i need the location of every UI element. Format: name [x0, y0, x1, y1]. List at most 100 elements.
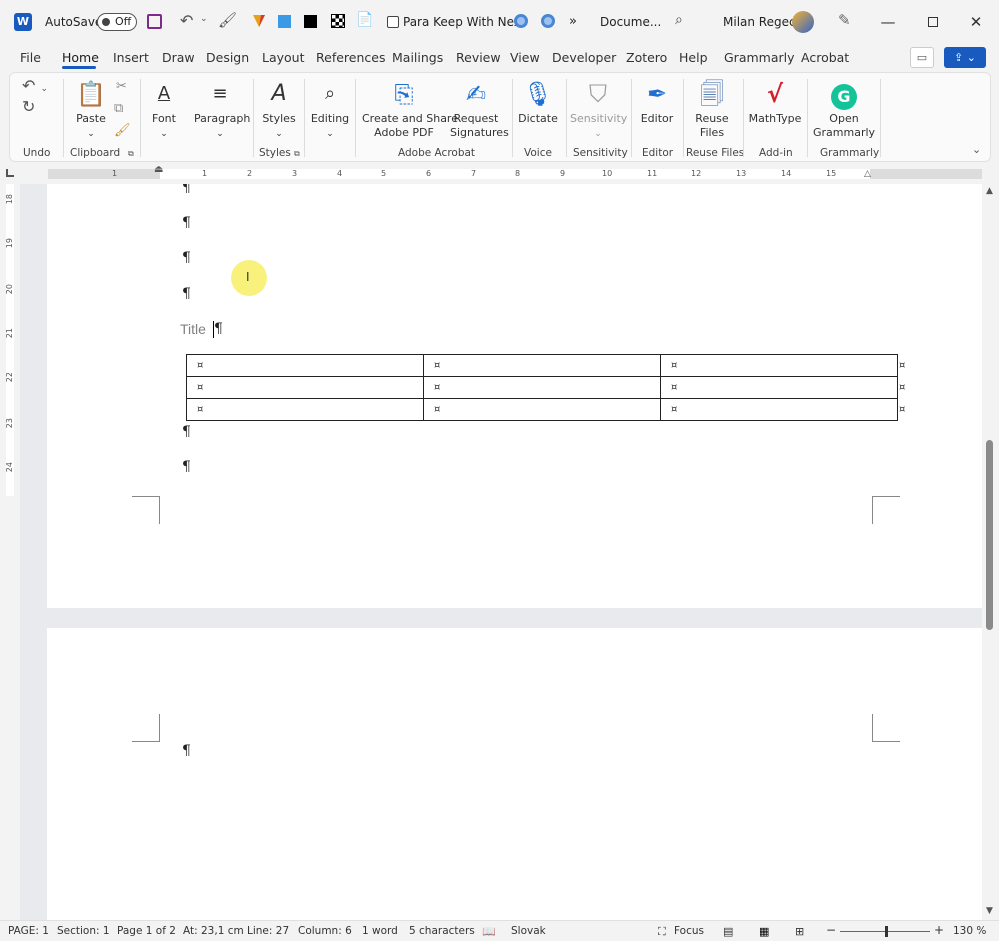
tab-layout[interactable]: Layout: [262, 50, 305, 68]
sensitivity-button[interactable]: ⛉ Sensitivity ⌄: [570, 79, 627, 141]
checker-icon[interactable]: [331, 14, 345, 28]
undo-icon[interactable]: ↶: [180, 11, 193, 30]
scroll-down-icon[interactable]: ▼: [986, 906, 993, 916]
maximize-button[interactable]: [910, 0, 956, 44]
table-cell[interactable]: ¤: [660, 398, 898, 421]
clipboard-doc-icon[interactable]: 📄: [356, 12, 373, 28]
indent-marker-icon[interactable]: ⏏: [154, 164, 163, 175]
zoom-slider-thumb[interactable]: [885, 926, 888, 937]
paragraph-mark[interactable]: ¶: [182, 743, 191, 759]
font-button[interactable]: A Font ⌄: [146, 79, 182, 141]
para-keep-checkbox[interactable]: [387, 16, 399, 28]
right-indent-icon[interactable]: △: [864, 169, 871, 179]
cut-icon[interactable]: ✂: [116, 79, 127, 94]
zoom-level[interactable]: 130 %: [953, 925, 986, 937]
status-line[interactable]: Line: 27: [247, 925, 289, 937]
tab-view[interactable]: View: [510, 50, 540, 68]
circle-option-icon[interactable]: [541, 14, 555, 28]
tab-acrobat[interactable]: Acrobat: [801, 50, 849, 68]
paragraph-mark[interactable]: ¶: [214, 321, 223, 337]
status-char-count[interactable]: 5 characters: [409, 925, 475, 937]
page-1[interactable]: ¶ ¶ ¶ ¶ I Title ¶ ¤ ¤ ¤ ¤ ¤ ¤ ¤ ¤ ¤ ¤ ¤ …: [47, 184, 982, 608]
paragraph-mark[interactable]: ¶: [182, 459, 191, 475]
vertical-ruler[interactable]: 18 19 20 21 22 23 24: [2, 184, 18, 614]
status-section[interactable]: Section: 1: [57, 925, 110, 937]
format-painter-icon[interactable]: 🖌: [114, 123, 131, 138]
paste-button[interactable]: 📋 Paste ⌄: [70, 79, 112, 141]
reuse-files-button[interactable]: 🗐 Reuse Files: [690, 79, 734, 140]
proofing-book-icon[interactable]: 📖: [482, 925, 496, 938]
redo-icon[interactable]: ↻: [22, 97, 35, 116]
user-name[interactable]: Milan Regec: [723, 15, 796, 29]
create-share-pdf-button[interactable]: ⎘ Create and Share Adobe PDF: [362, 79, 458, 140]
tab-file[interactable]: File: [20, 50, 41, 68]
paragraph-button[interactable]: ≡ Paragraph ⌄: [194, 79, 250, 141]
tab-zotero[interactable]: Zotero: [626, 50, 667, 68]
autosave-toggle[interactable]: Off: [97, 13, 137, 31]
share-button[interactable]: ⇪ ⌄: [944, 47, 986, 68]
editing-button[interactable]: ⌕ Editing ⌄: [310, 79, 350, 141]
table-cell[interactable]: ¤: [186, 376, 424, 399]
paragraph-mark[interactable]: ¶: [182, 286, 191, 302]
black-square-icon[interactable]: [304, 15, 317, 28]
close-button[interactable]: ✕: [953, 0, 999, 44]
page-2[interactable]: ¶: [47, 628, 982, 920]
styles-button[interactable]: A Styles ⌄: [260, 79, 298, 141]
paragraph-mark[interactable]: ¶: [182, 184, 191, 196]
table-cell[interactable]: ¤: [186, 354, 424, 377]
editor-button[interactable]: ✒ Editor: [637, 79, 677, 126]
status-focus[interactable]: Focus: [674, 925, 704, 937]
paragraph-mark[interactable]: ¶: [182, 215, 191, 231]
gallery-icon[interactable]: [251, 13, 267, 29]
open-grammarly-button[interactable]: G Open Grammarly: [813, 79, 875, 140]
web-layout-icon[interactable]: ⊞: [795, 925, 804, 938]
status-page[interactable]: PAGE: 1: [8, 925, 49, 937]
tab-draw[interactable]: Draw: [162, 50, 195, 68]
tab-insert[interactable]: Insert: [113, 50, 149, 68]
status-word-count[interactable]: 1 word: [362, 925, 398, 937]
table-cell[interactable]: ¤: [660, 354, 898, 377]
status-at[interactable]: At: 23,1 cm: [183, 925, 244, 937]
table-cell[interactable]: ¤: [186, 398, 424, 421]
chevron-down-icon[interactable]: ⌄: [200, 14, 208, 24]
mathtype-button[interactable]: √ MathType: [748, 79, 802, 126]
table-cell[interactable]: ¤: [660, 376, 898, 399]
document-name[interactable]: Docume...: [600, 15, 661, 29]
collapse-ribbon-icon[interactable]: ⌄: [972, 143, 981, 156]
title-text[interactable]: Title: [180, 321, 206, 337]
status-column[interactable]: Column: 6: [298, 925, 352, 937]
dialog-launcher-icon[interactable]: ⧉: [294, 149, 300, 159]
tab-review[interactable]: Review: [456, 50, 501, 68]
paragraph-mark[interactable]: ¶: [182, 424, 191, 440]
table-cell[interactable]: ¤: [423, 398, 661, 421]
blue-square-icon[interactable]: [278, 15, 291, 28]
tab-selector-icon[interactable]: [6, 169, 14, 177]
minimize-button[interactable]: —: [865, 0, 911, 44]
horizontal-ruler[interactable]: ⏏ △ 1 1 2 3 4 5 6 7 8 9 10 11 12 13 14 1…: [0, 164, 999, 184]
format-painter-icon[interactable]: 🖌: [218, 11, 237, 29]
scrollbar-thumb[interactable]: [986, 440, 993, 630]
copy-icon[interactable]: ⧉: [114, 101, 123, 116]
paragraph-mark[interactable]: ¶: [182, 250, 191, 266]
tab-grammarly[interactable]: Grammarly: [724, 50, 795, 68]
tab-developer[interactable]: Developer: [552, 50, 616, 68]
scroll-up-icon[interactable]: ▲: [986, 186, 993, 196]
comments-button[interactable]: ▭: [910, 47, 934, 68]
status-page-of[interactable]: Page 1 of 2: [117, 925, 176, 937]
read-mode-icon[interactable]: ▤: [723, 925, 733, 938]
focus-icon[interactable]: ⛶: [658, 925, 666, 939]
request-signatures-button[interactable]: ✍ Request Signatures: [450, 79, 509, 140]
document-area[interactable]: ¶ ¶ ¶ ¶ I Title ¶ ¤ ¤ ¤ ¤ ¤ ¤ ¤ ¤ ¤ ¤ ¤ …: [20, 184, 982, 920]
dictate-button[interactable]: 🎙 Dictate: [518, 79, 558, 126]
avatar[interactable]: [792, 11, 814, 33]
undo-icon[interactable]: ↶ ⌄: [22, 76, 48, 95]
search-icon[interactable]: ⌕: [675, 12, 683, 28]
zoom-in-button[interactable]: +: [934, 923, 944, 937]
more-commands-icon[interactable]: »: [569, 14, 577, 29]
tab-help[interactable]: Help: [679, 50, 708, 68]
tab-mailings[interactable]: Mailings: [392, 50, 443, 68]
tab-design[interactable]: Design: [206, 50, 249, 68]
table-cell[interactable]: ¤: [423, 354, 661, 377]
document-table[interactable]: ¤ ¤ ¤ ¤ ¤ ¤ ¤ ¤ ¤: [186, 354, 898, 421]
zoom-out-button[interactable]: −: [826, 923, 836, 937]
